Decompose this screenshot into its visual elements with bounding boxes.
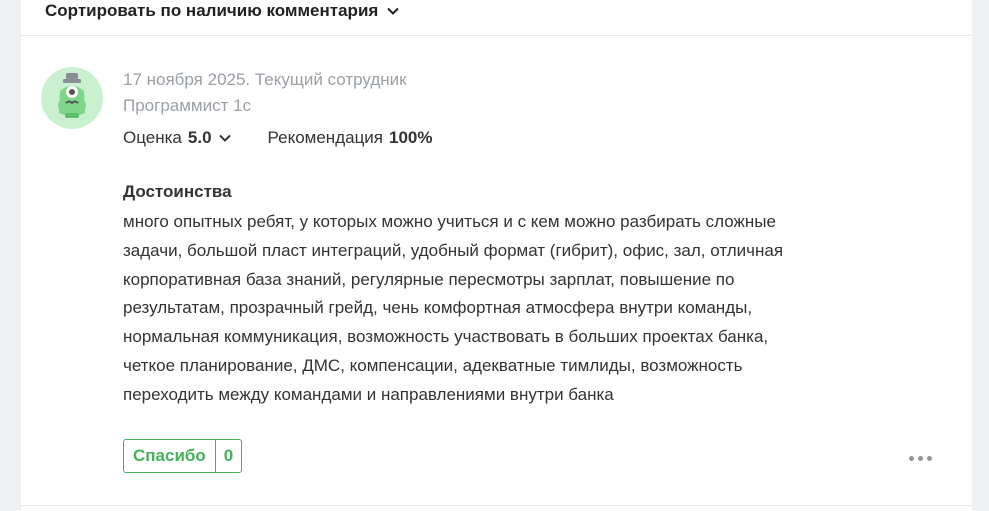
avatar [41, 67, 103, 129]
chevron-down-icon [218, 134, 231, 142]
thanks-button[interactable]: Спасибо 0 [123, 439, 243, 473]
rating-label: Оценка [123, 128, 182, 147]
chevron-down-icon [387, 7, 400, 15]
review-date-status: 17 ноября 2025. Текущий сотрудник [123, 70, 407, 89]
sort-bar: Сортировать по наличию комментария [21, 0, 972, 36]
sort-button[interactable]: Сортировать по наличию комментария [45, 0, 400, 22]
rating-value: 5.0 [187, 128, 212, 147]
more-dot [927, 455, 932, 461]
review-position: Программист 1с [123, 96, 252, 115]
review-item: 17 ноября 2025. Текущий сотрудник Програ… [21, 36, 972, 506]
more-dot [918, 455, 923, 461]
ratings-row: Оценка 5.0 Рекомендация 100% [123, 128, 433, 148]
recommendation-label: Рекомендация [267, 128, 384, 147]
more-dots-icon[interactable] [909, 452, 935, 464]
divider [21, 505, 972, 506]
thanks-count: 0 [223, 446, 234, 465]
rating-dropdown[interactable]: 5.0 [188, 128, 232, 148]
owl-avatar-icon [58, 73, 86, 118]
recommendation-value: 100% [389, 128, 433, 147]
thanks-label[interactable]: Спасибо [124, 440, 216, 472]
pros-text: много опытных ребят, у которых можно учи… [123, 212, 784, 404]
reviews-card: Сортировать по наличию комментария 17 но… [21, 0, 972, 511]
pros-title: Достоинства [123, 182, 232, 201]
more-dot [909, 455, 914, 461]
sort-label: Сортировать по наличию комментария [45, 1, 379, 20]
